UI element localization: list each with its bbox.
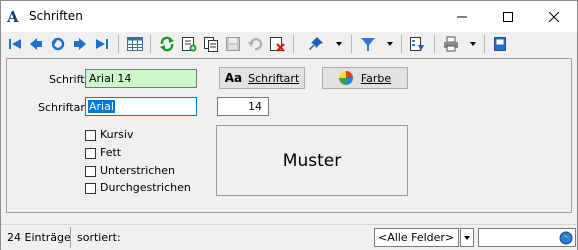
farbe-button-label: Farbe — [360, 71, 392, 85]
maximize-icon — [503, 11, 513, 22]
table-view-icon[interactable] — [126, 35, 144, 53]
schrift-field[interactable]: Arial 14 — [85, 69, 197, 88]
status-bar: 24 Einträge sortiert: <Alle Felder> — [1, 224, 577, 250]
kursiv-checkbox[interactable] — [85, 130, 96, 141]
previous-record-icon[interactable] — [27, 35, 45, 53]
window: A Schriften Schrift Arial 14 Aa Schrifta… — [0, 0, 578, 250]
first-record-icon[interactable] — [6, 35, 24, 53]
toolbar-separator — [150, 35, 151, 53]
sorted-label: sortiert: — [77, 231, 121, 244]
schriftart-field[interactable]: Arial — [85, 97, 197, 116]
undo-icon[interactable] — [49, 35, 67, 53]
filter-dropdown-arrow[interactable] — [387, 42, 393, 46]
pin-dropdown-arrow[interactable] — [336, 42, 342, 46]
fett-label: Fett — [100, 146, 122, 159]
toolbar-separator — [401, 35, 402, 53]
fett-checkbox[interactable] — [85, 148, 96, 159]
print-dropdown-arrow[interactable] — [470, 42, 476, 46]
schriftart-button[interactable]: Aa Schriftart — [219, 67, 305, 89]
size-field[interactable]: 14 — [217, 97, 269, 116]
preview-text: Muster — [282, 150, 342, 171]
export-icon[interactable] — [408, 35, 426, 53]
close-icon — [549, 11, 559, 22]
settings-icon[interactable] — [491, 35, 509, 53]
print-icon[interactable] — [442, 35, 460, 53]
field-select-dropdown[interactable] — [460, 228, 474, 247]
status-separator — [70, 227, 71, 248]
durchgestrichen-label: Durchgestrichen — [100, 181, 191, 194]
title-bar: A Schriften — [1, 1, 577, 32]
durchgestrichen-checkbox[interactable] — [85, 183, 96, 194]
kursiv-label: Kursiv — [100, 128, 134, 141]
globe-icon[interactable] — [559, 231, 573, 245]
schrift-label: Schrift — [49, 73, 85, 86]
last-record-icon[interactable] — [93, 35, 111, 53]
unterstrichen-label: Unterstrichen — [100, 164, 176, 177]
toolbar-separator — [118, 35, 119, 53]
filter-icon[interactable] — [359, 35, 377, 53]
refresh-icon[interactable] — [158, 35, 176, 53]
save-icon[interactable] — [224, 35, 242, 53]
window-title: Schriften — [29, 9, 83, 23]
field-select[interactable]: <Alle Felder> — [374, 228, 459, 247]
minimize-button[interactable] — [439, 1, 485, 32]
undo-changes-icon[interactable] — [246, 35, 264, 53]
unterstrichen-checkbox[interactable] — [85, 166, 96, 177]
record-count: 24 Einträge — [7, 231, 71, 244]
toolbar-separator — [293, 35, 294, 53]
schriftart-button-label: Schriftart — [248, 71, 300, 85]
toolbar-separator — [484, 35, 485, 53]
chevron-down-icon — [464, 235, 470, 240]
close-button[interactable] — [531, 1, 577, 32]
schriftart-label: Schriftart — [38, 101, 90, 114]
toolbar-separator — [434, 35, 435, 53]
farbe-button[interactable]: Farbe — [322, 67, 408, 89]
toolbar — [1, 32, 577, 56]
app-icon: A — [7, 8, 19, 26]
toolbar-separator — [351, 35, 352, 53]
delete-icon[interactable] — [268, 35, 286, 53]
new-record-icon[interactable] — [180, 35, 198, 53]
font-icon: Aa — [224, 71, 243, 85]
copy-record-icon[interactable] — [202, 35, 220, 53]
pin-icon[interactable] — [307, 35, 325, 53]
minimize-icon — [457, 16, 467, 17]
next-record-icon[interactable] — [71, 35, 89, 53]
schriftart-selected-text: Arial — [88, 100, 115, 113]
preview-box: Muster — [216, 125, 408, 196]
maximize-button[interactable] — [485, 1, 531, 32]
color-palette-icon — [338, 71, 353, 85]
